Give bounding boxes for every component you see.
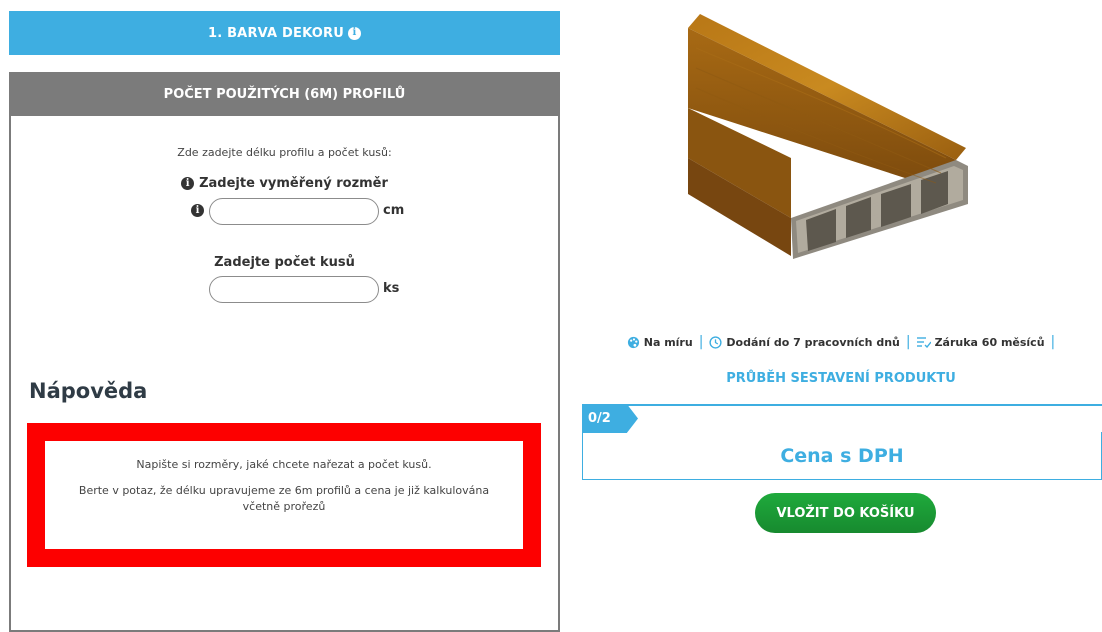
measure-input[interactable]	[209, 198, 379, 225]
product-profile-image	[688, 14, 968, 259]
measure-unit: cm	[383, 203, 405, 218]
progress-counter: 0/2	[582, 404, 638, 433]
price-label: Cena s DPH	[780, 444, 904, 467]
instruction-text: Zde zadejte délku profilu a počet kusů:	[177, 146, 392, 159]
info-icon[interactable]: i	[191, 204, 204, 217]
feature-divider: |	[905, 334, 911, 350]
help-text-line: Berte v potaz, že délku upravujeme ze 6m…	[78, 484, 490, 513]
features-row: Na míru | Dodání do 7 pracovních dnů | Z…	[580, 334, 1102, 350]
help-title: Nápověda	[29, 379, 148, 403]
measure-label: Zadejte vyměřený rozměr	[199, 176, 388, 191]
palette-icon	[627, 336, 639, 348]
feature-item: Na míru	[627, 336, 693, 349]
feature-item: Dodání do 7 pracovních dnů	[709, 335, 900, 349]
help-box: Napište si rozměry, jaké chcete nařezat …	[27, 423, 541, 567]
measure-label-row: i Zadejte vyměřený rozměr	[9, 176, 560, 191]
feature-label: Dodání do 7 pracovních dnů	[726, 335, 900, 349]
list-check-icon	[916, 337, 931, 348]
pieces-input[interactable]	[209, 276, 379, 303]
help-text-line: Napište si rozměry, jaké chcete nařezat …	[136, 458, 432, 471]
pieces-label: Zadejte počet kusů	[214, 255, 355, 270]
price-box: Cena s DPH	[582, 432, 1102, 480]
feature-label: Záruka 60 měsíců	[934, 335, 1045, 349]
feature-label: Na míru	[643, 335, 693, 349]
clock-icon	[709, 335, 722, 349]
progress-title: PRŮBĚH SESTAVENÍ PRODUKTU	[726, 371, 956, 386]
progress-bar	[582, 404, 1102, 432]
info-icon[interactable]: i	[181, 177, 195, 190]
section-title: 1. BARVA DEKORU	[207, 25, 345, 41]
section-decor-color-header[interactable]: 1. BARVA DEKORU i	[9, 11, 560, 55]
add-to-cart-button[interactable]: VLOŽIT DO KOŠÍKU	[755, 493, 936, 533]
info-icon[interactable]: i	[348, 26, 362, 40]
feature-item: Záruka 60 měsíců	[916, 335, 1045, 349]
feature-divider: |	[698, 334, 704, 350]
panel-title: POČET POUŽITÝCH (6M) PROFILŮ	[9, 72, 560, 116]
pieces-unit: ks	[383, 281, 400, 296]
feature-divider: |	[1050, 334, 1056, 350]
